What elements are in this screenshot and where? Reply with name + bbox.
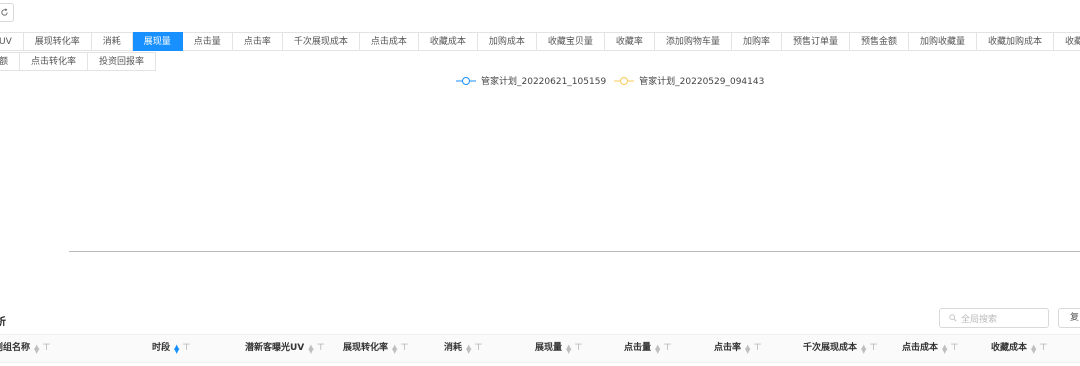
column-label: 收藏成本 bbox=[991, 343, 1028, 353]
refresh-icon bbox=[1, 8, 8, 16]
metric-tabs-row-2: 额 点击转化率 投资回报率 bbox=[0, 52, 157, 71]
sort-icon[interactable]: ▲ ▼ bbox=[34, 343, 39, 354]
sort-icon[interactable]: ▲ ▼ bbox=[655, 343, 660, 354]
search-placeholder: 全局搜索 bbox=[961, 314, 998, 325]
tab-presale-amount[interactable]: 预售金额 bbox=[849, 32, 909, 51]
column-label: 点击成本 bbox=[902, 343, 939, 353]
legend-label: 管家计划_20220529_094143 bbox=[639, 77, 765, 87]
tab-impression-conversion-rate[interactable]: 展现转化率 bbox=[23, 32, 92, 51]
tab-cart-favorites[interactable]: 加购收藏量 bbox=[908, 32, 977, 51]
tab-cpm[interactable]: 千次展现成本 bbox=[282, 32, 360, 51]
tab-click-conversion-rate[interactable]: 点击转化率 bbox=[20, 52, 89, 71]
filter-icon[interactable]: ⊤ bbox=[317, 335, 325, 362]
column-header-clicks[interactable]: 点击量 ▲ ▼ ⊤ bbox=[624, 335, 672, 362]
tab-ctr[interactable]: 点击率 bbox=[232, 32, 283, 51]
column-label: 潜新客曝光UV bbox=[245, 343, 305, 353]
column-label: 消耗 bbox=[444, 343, 463, 353]
sort-icon[interactable]: ▲ ▼ bbox=[466, 343, 471, 354]
filter-icon[interactable]: ⊤ bbox=[950, 335, 958, 362]
legend-item-series-1[interactable]: 管家计划_20220621_105159 bbox=[456, 74, 606, 87]
legend-label: 管家计划_20220621_105159 bbox=[481, 77, 607, 87]
sort-icon[interactable]: ▲ ▼ bbox=[942, 343, 947, 354]
legend-item-series-2[interactable]: 管家计划_20220529_094143 bbox=[614, 74, 764, 87]
column-header-impressions[interactable]: 展现量 ▲ ▼ ⊤ bbox=[535, 335, 583, 362]
legend-marker-icon bbox=[614, 76, 635, 85]
tab-spend[interactable]: 消耗 bbox=[91, 32, 133, 51]
column-header-cpc[interactable]: 点击成本 ▲ ▼ ⊤ bbox=[902, 335, 959, 362]
filter-icon[interactable]: ⊤ bbox=[869, 335, 877, 362]
tab-favorite-cost[interactable]: 收藏成本 bbox=[418, 32, 478, 51]
tab-cart-cost[interactable]: 加购成本 bbox=[477, 32, 537, 51]
sort-icon[interactable]: ▲ ▼ bbox=[308, 343, 313, 354]
column-header-cpm[interactable]: 千次展现成本 ▲ ▼ ⊤ bbox=[803, 335, 878, 362]
column-header-ctr[interactable]: 点击率 ▲ ▼ ⊤ bbox=[714, 335, 762, 362]
sort-icon[interactable]: ▲ ▼ bbox=[392, 343, 397, 354]
sort-icon[interactable]: ▲ ▼ bbox=[566, 343, 571, 354]
column-label: 时段 bbox=[152, 343, 171, 353]
filter-icon[interactable]: ⊤ bbox=[474, 335, 482, 362]
legend-marker-icon bbox=[456, 76, 476, 85]
column-label: 展现量 bbox=[535, 343, 563, 353]
metric-tabs-row-1: UV 展现转化率 消耗 展现量 点击量 点击率 千次展现成本 点击成本 收藏成本… bbox=[0, 32, 1080, 51]
column-label: 千次展现成本 bbox=[803, 343, 858, 353]
column-header-time-slot[interactable]: 时段 ▲ ▼ ⊤ bbox=[152, 335, 191, 362]
tab-uv[interactable]: UV bbox=[0, 32, 24, 51]
section-title: 析 bbox=[0, 317, 6, 328]
sort-icon[interactable]: ▲ ▼ bbox=[745, 343, 750, 354]
tab-amount[interactable]: 额 bbox=[0, 52, 21, 71]
column-header-impression-conversion-rate[interactable]: 展现转化率 ▲ ▼ ⊤ bbox=[343, 335, 409, 362]
column-header-plan-group[interactable]: 划组名称 ▲▼⊤ bbox=[0, 335, 51, 362]
column-header-spend[interactable]: 消耗 ▲ ▼ ⊤ bbox=[444, 335, 483, 362]
sort-icon[interactable]: ▲ ▼ bbox=[861, 343, 866, 354]
column-label: 展现转化率 bbox=[343, 343, 389, 353]
search-input[interactable]: 全局搜索 bbox=[939, 308, 1049, 328]
tab-item-favorites[interactable]: 收藏宝贝量 bbox=[536, 32, 605, 51]
chart-x-axis bbox=[69, 251, 1080, 252]
column-header-favorite-cost[interactable]: 收藏成本 ▲ ▼ ⊤ bbox=[991, 335, 1048, 362]
table-header: 划组名称 ▲▼⊤ 时段 ▲▼⊤ 潜新客曝光UV ▲▼⊤ 展现转化率 ▲▼⊤ 消耗… bbox=[0, 334, 1080, 363]
sort-icon[interactable]: ▲ ▼ bbox=[174, 343, 179, 354]
tab-favorite-cart-truncated[interactable]: 收藏加 bbox=[1054, 32, 1080, 51]
filter-icon[interactable]: ⊤ bbox=[663, 335, 671, 362]
chart-legend: 管家计划_20220621_105159 管家计划_20220529_09414… bbox=[456, 74, 772, 87]
tab-favorite-cart-cost[interactable]: 收藏加购成本 bbox=[977, 32, 1055, 51]
filter-icon[interactable]: ⊤ bbox=[753, 335, 761, 362]
tab-presale-orders[interactable]: 预售订单量 bbox=[781, 32, 850, 51]
column-label: 点击量 bbox=[624, 343, 652, 353]
tab-add-to-cart[interactable]: 添加购物车量 bbox=[654, 32, 732, 51]
filter-icon[interactable]: ⊤ bbox=[182, 335, 190, 362]
tab-impressions[interactable]: 展现量 bbox=[132, 32, 183, 51]
column-label: 点击率 bbox=[714, 343, 742, 353]
column-header-prospect-uv[interactable]: 潜新客曝光UV ▲ ▼ ⊤ bbox=[245, 335, 325, 362]
tab-cpc[interactable]: 点击成本 bbox=[359, 32, 419, 51]
tab-clicks[interactable]: 点击量 bbox=[182, 32, 233, 51]
search-icon bbox=[949, 314, 957, 322]
tab-cart-rate[interactable]: 加购率 bbox=[731, 32, 782, 51]
filter-icon[interactable]: ⊤ bbox=[42, 335, 50, 362]
refresh-button[interactable] bbox=[0, 3, 14, 22]
copy-button[interactable]: 复 bbox=[1058, 308, 1080, 328]
sort-icon[interactable]: ▲ ▼ bbox=[1031, 343, 1036, 354]
filter-icon[interactable]: ⊤ bbox=[574, 335, 582, 362]
tab-favorite-rate[interactable]: 收藏率 bbox=[604, 32, 655, 51]
column-label: 划组名称 bbox=[0, 343, 31, 353]
filter-icon[interactable]: ⊤ bbox=[400, 335, 408, 362]
filter-icon[interactable]: ⊤ bbox=[1039, 335, 1047, 362]
tab-roi[interactable]: 投资回报率 bbox=[88, 52, 157, 71]
